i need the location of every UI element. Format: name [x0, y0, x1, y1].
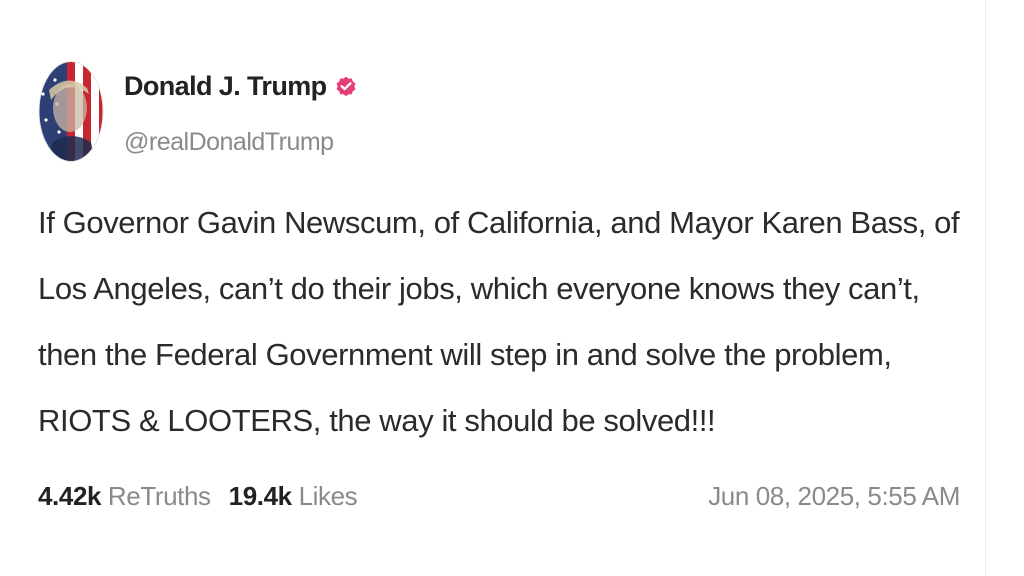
post-card: Donald J. Trump @realDonaldTrump If Gove… — [18, 20, 984, 530]
retruths-stat[interactable]: 4.42k ReTruths — [38, 481, 211, 511]
likes-label: Likes — [298, 481, 358, 511]
post-stats: 4.42k ReTruths 19.4k Likes — [38, 480, 358, 512]
likes-count: 19.4k — [228, 481, 292, 511]
likes-stat[interactable]: 19.4k Likes — [229, 481, 358, 511]
retruths-count: 4.42k — [38, 481, 102, 511]
retruths-label: ReTruths — [107, 481, 211, 511]
author-handle[interactable]: @realDonaldTrump — [124, 127, 334, 157]
avatar-image — [38, 61, 104, 162]
avatar[interactable] — [37, 60, 105, 163]
page-divider — [985, 0, 986, 576]
author-display-name[interactable]: Donald J. Trump — [124, 70, 327, 102]
author-row: Donald J. Trump — [124, 70, 358, 102]
verified-badge-icon — [334, 74, 358, 98]
post-timestamp[interactable]: Jun 08, 2025, 5:55 AM — [708, 480, 960, 512]
post-text: If Governor Gavin Newscum, of California… — [38, 205, 960, 438]
